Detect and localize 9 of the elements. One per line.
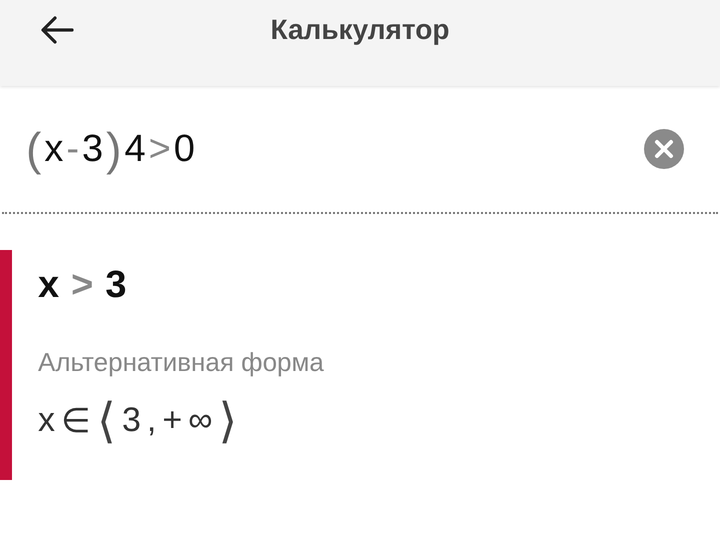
expression-input[interactable]: (x-3)4>0 <box>26 122 195 176</box>
alternative-expression: x ∈⟨3 , + ∞⟩ <box>38 394 238 449</box>
back-button[interactable] <box>40 16 74 44</box>
close-icon <box>644 129 684 169</box>
screen-title: Калькулятор <box>270 14 450 46</box>
clear-button[interactable] <box>644 129 684 169</box>
alternative-form-label: Альтернативная форма <box>38 347 324 378</box>
back-arrow-icon <box>40 16 74 44</box>
result-expression: x > 3 <box>38 264 126 307</box>
